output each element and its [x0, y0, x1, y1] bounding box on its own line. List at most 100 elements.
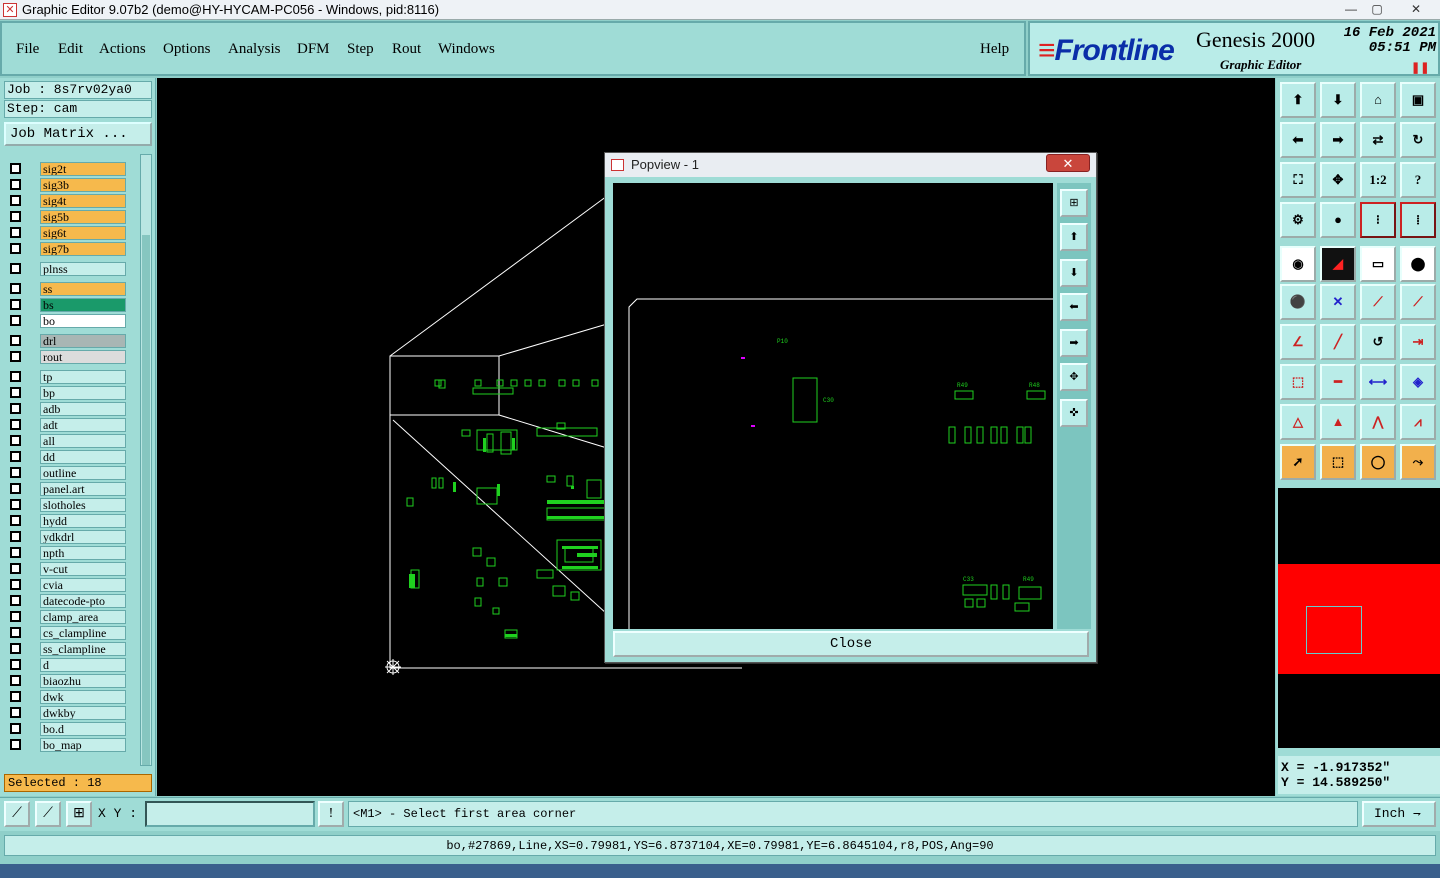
layer-row[interactable]: panel.art	[4, 482, 128, 496]
layer-scrollbar[interactable]	[140, 154, 152, 766]
layer-row[interactable]: ss	[4, 282, 128, 296]
layer-row[interactable]: bs	[4, 298, 128, 312]
menu-step[interactable]: Step	[347, 41, 374, 58]
layer-checkbox[interactable]	[10, 419, 21, 430]
layer-name[interactable]: adt	[40, 418, 126, 432]
distance-icon[interactable]: ⇥	[1400, 324, 1436, 360]
layer-checkbox[interactable]	[10, 547, 21, 558]
menu-help[interactable]: Help	[980, 41, 1009, 58]
layer-name[interactable]: sig4t	[40, 194, 126, 208]
layer-checkbox[interactable]	[10, 499, 21, 510]
select-box-icon[interactable]: ⬚	[1320, 444, 1356, 480]
connect-icon[interactable]: ⚫	[1280, 284, 1316, 320]
layer-checkbox[interactable]	[10, 467, 21, 478]
layer-checkbox[interactable]	[10, 371, 21, 382]
line-point-icon[interactable]: ⟋	[1360, 284, 1396, 320]
overview-map[interactable]	[1278, 488, 1440, 748]
home-icon[interactable]: ⌂	[1360, 82, 1396, 118]
popview-zoom-out-button[interactable]: ✥	[1060, 363, 1088, 391]
layer-row[interactable]: sig3b	[4, 178, 128, 192]
job-matrix-button[interactable]: Job Matrix ...	[4, 122, 152, 146]
layer-row[interactable]: bo_map	[4, 738, 128, 752]
layer-name[interactable]: panel.art	[40, 482, 126, 496]
triangle-alt-icon[interactable]: ▲	[1320, 404, 1356, 440]
layer-row[interactable]: tp	[4, 370, 128, 384]
layer-row[interactable]: bp	[4, 386, 128, 400]
menu-edit[interactable]: Edit	[58, 41, 83, 58]
swap-icon[interactable]: ⇄	[1360, 122, 1396, 158]
layer-name[interactable]: v-cut	[40, 562, 126, 576]
layer-name[interactable]: drl	[40, 334, 126, 348]
layer-name[interactable]: dd	[40, 450, 126, 464]
xy-input[interactable]	[145, 801, 315, 827]
layer-checkbox[interactable]	[10, 335, 21, 346]
popview-close-button[interactable]: Close	[613, 631, 1089, 657]
menu-actions[interactable]: Actions	[99, 41, 146, 58]
layer-checkbox[interactable]	[10, 403, 21, 414]
snap-icon[interactable]: ⬚	[1280, 364, 1316, 400]
layer-checkbox[interactable]	[10, 739, 21, 750]
measure-icon[interactable]: ⟷	[1360, 364, 1396, 400]
line-color-icon[interactable]: ◢	[1320, 246, 1356, 282]
select-pointer-icon[interactable]: ➚	[1280, 444, 1316, 480]
layer-checkbox[interactable]	[10, 531, 21, 542]
select-path-icon[interactable]: ⤳	[1400, 444, 1436, 480]
layer-checkbox[interactable]	[10, 263, 21, 274]
layer-row[interactable]: d	[4, 658, 128, 672]
drc-icon[interactable]: ⁝	[1360, 202, 1396, 238]
overview-viewport[interactable]	[1306, 606, 1362, 654]
layer-checkbox[interactable]	[10, 691, 21, 702]
layer-name[interactable]: biaozhu	[40, 674, 126, 688]
layer-name[interactable]: adb	[40, 402, 126, 416]
ruler-icon[interactable]: ▭	[1360, 246, 1396, 282]
unit-selector[interactable]: Inch ⇁	[1362, 801, 1436, 827]
layer-row[interactable]: all	[4, 434, 128, 448]
layer-row[interactable]: drl	[4, 334, 128, 348]
layer-name[interactable]: npth	[40, 546, 126, 560]
layer-checkbox[interactable]	[10, 243, 21, 254]
layer-row[interactable]: clamp_area	[4, 610, 128, 624]
layer-name[interactable]: bo_map	[40, 738, 126, 752]
layer-name[interactable]: ss	[40, 282, 126, 296]
triangle-icon[interactable]: △	[1280, 404, 1316, 440]
zoom-fit-icon[interactable]: ⛶	[1280, 162, 1316, 198]
layer-checkbox[interactable]	[10, 315, 21, 326]
layer-checkbox[interactable]	[10, 163, 21, 174]
help-icon[interactable]: ?	[1400, 162, 1436, 198]
line-point-alt-icon[interactable]: ⟋	[1400, 284, 1436, 320]
layer-checkbox[interactable]	[10, 659, 21, 670]
layer-name[interactable]: sig2t	[40, 162, 126, 176]
layer-name[interactable]: cvia	[40, 578, 126, 592]
popview-pan-right-button[interactable]: ➡	[1060, 329, 1088, 357]
layer-name[interactable]: plnss	[40, 262, 126, 276]
layer-row[interactable]: dd	[4, 450, 128, 464]
pan-left-icon[interactable]: ⬅	[1280, 122, 1316, 158]
popview-pan-up-button[interactable]: ⬆	[1060, 223, 1088, 251]
layer-name[interactable]: slotholes	[40, 498, 126, 512]
layer-row[interactable]: hydd	[4, 514, 128, 528]
layer-name[interactable]: bs	[40, 298, 126, 312]
layer-checkbox[interactable]	[10, 195, 21, 206]
net-icon[interactable]: ●	[1320, 202, 1356, 238]
layer-checkbox[interactable]	[10, 227, 21, 238]
slope-icon[interactable]: ╱	[1320, 324, 1356, 360]
pad-icon[interactable]: ◉	[1280, 246, 1316, 282]
layer-name[interactable]: bo	[40, 314, 126, 328]
layer-checkbox[interactable]	[10, 563, 21, 574]
layer-row[interactable]: ydkdrl	[4, 530, 128, 544]
layer-checkbox[interactable]	[10, 675, 21, 686]
layer-row[interactable]: sig4t	[4, 194, 128, 208]
layer-checkbox[interactable]	[10, 299, 21, 310]
layer-name[interactable]: sig7b	[40, 242, 126, 256]
layer-checkbox[interactable]	[10, 595, 21, 606]
select-circle-icon[interactable]: ◯	[1360, 444, 1396, 480]
layer-row[interactable]: bo	[4, 314, 128, 328]
layer-name[interactable]: bo.d	[40, 722, 126, 736]
layer-name[interactable]: rout	[40, 350, 126, 364]
redraw-icon[interactable]: ↻	[1400, 122, 1436, 158]
layer-name[interactable]: hydd	[40, 514, 126, 528]
menu-rout[interactable]: Rout	[392, 41, 421, 58]
pan-up-icon[interactable]: ⬆	[1280, 82, 1316, 118]
menu-windows[interactable]: Windows	[438, 41, 495, 58]
layer-name[interactable]: sig6t	[40, 226, 126, 240]
